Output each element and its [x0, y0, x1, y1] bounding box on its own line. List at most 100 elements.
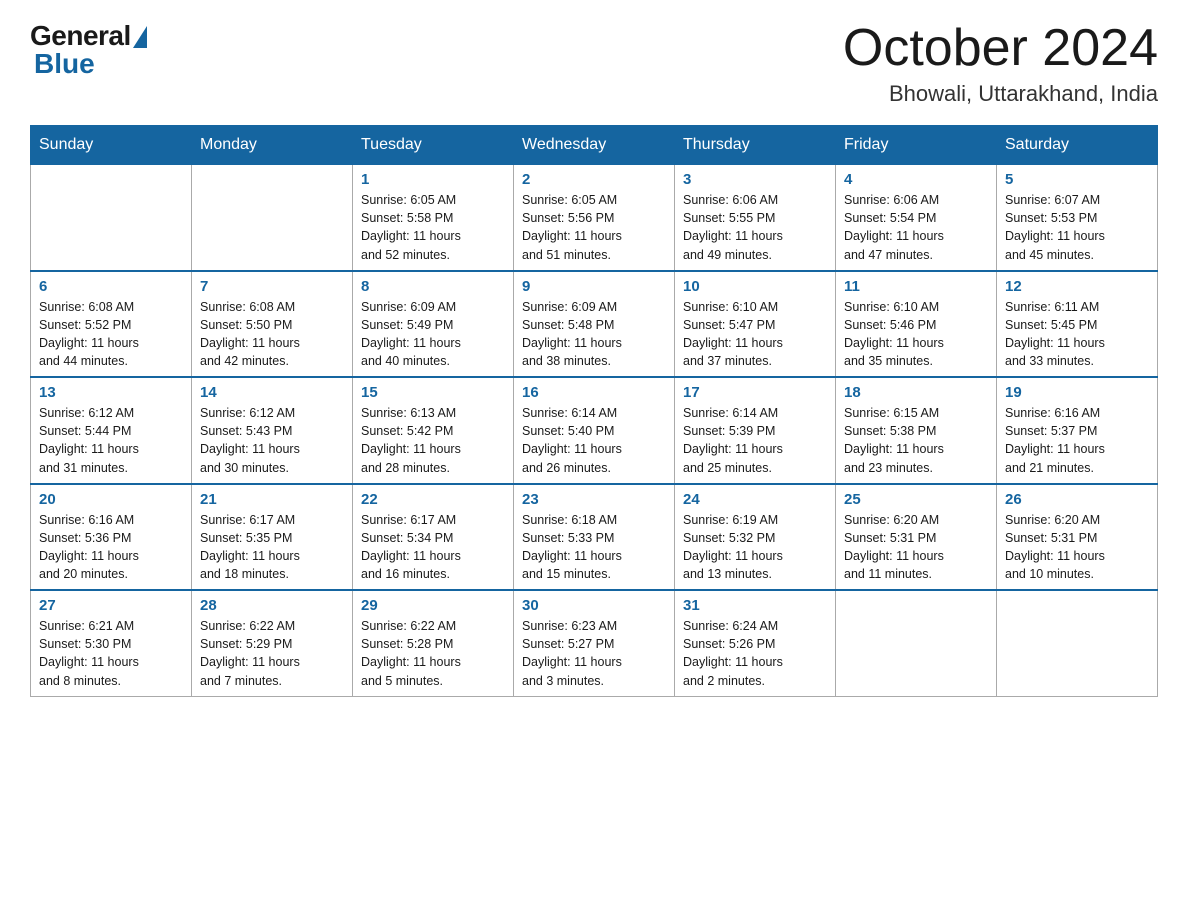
month-title: October 2024: [843, 20, 1158, 77]
calendar-cell: 12 Sunrise: 6:11 AM Sunset: 5:45 PM Dayli…: [997, 271, 1158, 378]
day-number: 14: [200, 384, 344, 401]
calendar-cell: 8 Sunrise: 6:09 AM Sunset: 5:49 PM Daylig…: [353, 271, 514, 378]
day-info: Sunrise: 6:05 AM Sunset: 5:56 PM Dayligh…: [522, 191, 666, 264]
day-info: Sunrise: 6:06 AM Sunset: 5:55 PM Dayligh…: [683, 191, 827, 264]
day-info: Sunrise: 6:11 AM Sunset: 5:45 PM Dayligh…: [1005, 298, 1149, 371]
calendar-header-row: SundayMondayTuesdayWednesdayThursdayFrid…: [31, 126, 1158, 165]
day-info: Sunrise: 6:16 AM Sunset: 5:36 PM Dayligh…: [39, 511, 183, 584]
day-info: Sunrise: 6:12 AM Sunset: 5:43 PM Dayligh…: [200, 404, 344, 477]
calendar-header-sunday: Sunday: [31, 126, 192, 165]
day-number: 8: [361, 278, 505, 295]
calendar-cell: 3 Sunrise: 6:06 AM Sunset: 5:55 PM Daylig…: [675, 165, 836, 271]
calendar-cell: 15 Sunrise: 6:13 AM Sunset: 5:42 PM Dayli…: [353, 377, 514, 484]
calendar-header-friday: Friday: [836, 126, 997, 165]
calendar-week-row: 13 Sunrise: 6:12 AM Sunset: 5:44 PM Dayli…: [31, 377, 1158, 484]
day-info: Sunrise: 6:14 AM Sunset: 5:40 PM Dayligh…: [522, 404, 666, 477]
day-number: 16: [522, 384, 666, 401]
day-info: Sunrise: 6:13 AM Sunset: 5:42 PM Dayligh…: [361, 404, 505, 477]
calendar-cell: 26 Sunrise: 6:20 AM Sunset: 5:31 PM Dayli…: [997, 484, 1158, 591]
day-info: Sunrise: 6:24 AM Sunset: 5:26 PM Dayligh…: [683, 617, 827, 690]
calendar-week-row: 1 Sunrise: 6:05 AM Sunset: 5:58 PM Daylig…: [31, 165, 1158, 271]
day-info: Sunrise: 6:20 AM Sunset: 5:31 PM Dayligh…: [1005, 511, 1149, 584]
calendar-cell: 6 Sunrise: 6:08 AM Sunset: 5:52 PM Daylig…: [31, 271, 192, 378]
logo-triangle-icon: [133, 26, 147, 48]
calendar-cell: 17 Sunrise: 6:14 AM Sunset: 5:39 PM Dayli…: [675, 377, 836, 484]
day-number: 3: [683, 171, 827, 188]
day-number: 10: [683, 278, 827, 295]
day-info: Sunrise: 6:10 AM Sunset: 5:47 PM Dayligh…: [683, 298, 827, 371]
day-number: 15: [361, 384, 505, 401]
calendar-cell: 5 Sunrise: 6:07 AM Sunset: 5:53 PM Daylig…: [997, 165, 1158, 271]
calendar-cell: [836, 590, 997, 696]
day-number: 11: [844, 278, 988, 295]
calendar-cell: 7 Sunrise: 6:08 AM Sunset: 5:50 PM Daylig…: [192, 271, 353, 378]
calendar-cell: [192, 165, 353, 271]
day-info: Sunrise: 6:21 AM Sunset: 5:30 PM Dayligh…: [39, 617, 183, 690]
day-info: Sunrise: 6:12 AM Sunset: 5:44 PM Dayligh…: [39, 404, 183, 477]
day-info: Sunrise: 6:05 AM Sunset: 5:58 PM Dayligh…: [361, 191, 505, 264]
day-number: 9: [522, 278, 666, 295]
day-number: 2: [522, 171, 666, 188]
calendar-cell: [31, 165, 192, 271]
calendar-cell: 23 Sunrise: 6:18 AM Sunset: 5:33 PM Dayli…: [514, 484, 675, 591]
calendar-cell: 27 Sunrise: 6:21 AM Sunset: 5:30 PM Dayli…: [31, 590, 192, 696]
calendar-week-row: 27 Sunrise: 6:21 AM Sunset: 5:30 PM Dayli…: [31, 590, 1158, 696]
day-number: 27: [39, 597, 183, 614]
day-number: 5: [1005, 171, 1149, 188]
day-number: 24: [683, 491, 827, 508]
day-info: Sunrise: 6:08 AM Sunset: 5:52 PM Dayligh…: [39, 298, 183, 371]
calendar-cell: 29Sunrise: 6:22 AM Sunset: 5:28 PM Dayli…: [353, 590, 514, 696]
day-info: Sunrise: 6:17 AM Sunset: 5:34 PM Dayligh…: [361, 511, 505, 584]
day-info: Sunrise: 6:16 AM Sunset: 5:37 PM Dayligh…: [1005, 404, 1149, 477]
day-number: 22: [361, 491, 505, 508]
day-number: 28: [200, 597, 344, 614]
header-section: General Blue October 2024 Bhowali, Uttar…: [30, 20, 1158, 107]
day-info: Sunrise: 6:22 AM Sunset: 5:29 PM Dayligh…: [200, 617, 344, 690]
day-info: Sunrise: 6:19 AM Sunset: 5:32 PM Dayligh…: [683, 511, 827, 584]
calendar-cell: 13 Sunrise: 6:12 AM Sunset: 5:44 PM Dayli…: [31, 377, 192, 484]
logo: General Blue: [30, 20, 147, 80]
calendar-week-row: 20Sunrise: 6:16 AM Sunset: 5:36 PM Dayli…: [31, 484, 1158, 591]
day-number: 30: [522, 597, 666, 614]
calendar-cell: 11 Sunrise: 6:10 AM Sunset: 5:46 PM Dayli…: [836, 271, 997, 378]
calendar-cell: 16 Sunrise: 6:14 AM Sunset: 5:40 PM Dayli…: [514, 377, 675, 484]
calendar-header-wednesday: Wednesday: [514, 126, 675, 165]
logo-blue-text: Blue: [34, 48, 95, 80]
day-number: 26: [1005, 491, 1149, 508]
title-section: October 2024 Bhowali, Uttarakhand, India: [843, 20, 1158, 107]
calendar-header-monday: Monday: [192, 126, 353, 165]
day-info: Sunrise: 6:09 AM Sunset: 5:49 PM Dayligh…: [361, 298, 505, 371]
calendar-cell: 30 Sunrise: 6:23 AM Sunset: 5:27 PM Dayli…: [514, 590, 675, 696]
day-number: 19: [1005, 384, 1149, 401]
day-number: 6: [39, 278, 183, 295]
day-number: 1: [361, 171, 505, 188]
day-info: Sunrise: 6:17 AM Sunset: 5:35 PM Dayligh…: [200, 511, 344, 584]
day-number: 21: [200, 491, 344, 508]
calendar-header-thursday: Thursday: [675, 126, 836, 165]
calendar-cell: 31 Sunrise: 6:24 AM Sunset: 5:26 PM Dayli…: [675, 590, 836, 696]
day-info: Sunrise: 6:23 AM Sunset: 5:27 PM Dayligh…: [522, 617, 666, 690]
calendar-cell: 10 Sunrise: 6:10 AM Sunset: 5:47 PM Dayli…: [675, 271, 836, 378]
day-info: Sunrise: 6:07 AM Sunset: 5:53 PM Dayligh…: [1005, 191, 1149, 264]
day-number: 13: [39, 384, 183, 401]
day-number: 12: [1005, 278, 1149, 295]
location-title: Bhowali, Uttarakhand, India: [843, 81, 1158, 107]
day-number: 23: [522, 491, 666, 508]
calendar-header-saturday: Saturday: [997, 126, 1158, 165]
calendar-cell: 22 Sunrise: 6:17 AM Sunset: 5:34 PM Dayli…: [353, 484, 514, 591]
day-info: Sunrise: 6:18 AM Sunset: 5:33 PM Dayligh…: [522, 511, 666, 584]
day-info: Sunrise: 6:14 AM Sunset: 5:39 PM Dayligh…: [683, 404, 827, 477]
calendar-cell: 9Sunrise: 6:09 AM Sunset: 5:48 PM Daylig…: [514, 271, 675, 378]
calendar-header-tuesday: Tuesday: [353, 126, 514, 165]
day-number: 18: [844, 384, 988, 401]
day-info: Sunrise: 6:20 AM Sunset: 5:31 PM Dayligh…: [844, 511, 988, 584]
calendar-cell: 19 Sunrise: 6:16 AM Sunset: 5:37 PM Dayli…: [997, 377, 1158, 484]
day-number: 17: [683, 384, 827, 401]
calendar-cell: 2 Sunrise: 6:05 AM Sunset: 5:56 PM Daylig…: [514, 165, 675, 271]
day-info: Sunrise: 6:10 AM Sunset: 5:46 PM Dayligh…: [844, 298, 988, 371]
day-number: 31: [683, 597, 827, 614]
calendar-cell: 14 Sunrise: 6:12 AM Sunset: 5:43 PM Dayli…: [192, 377, 353, 484]
day-number: 7: [200, 278, 344, 295]
day-info: Sunrise: 6:08 AM Sunset: 5:50 PM Dayligh…: [200, 298, 344, 371]
calendar-table: SundayMondayTuesdayWednesdayThursdayFrid…: [30, 125, 1158, 697]
